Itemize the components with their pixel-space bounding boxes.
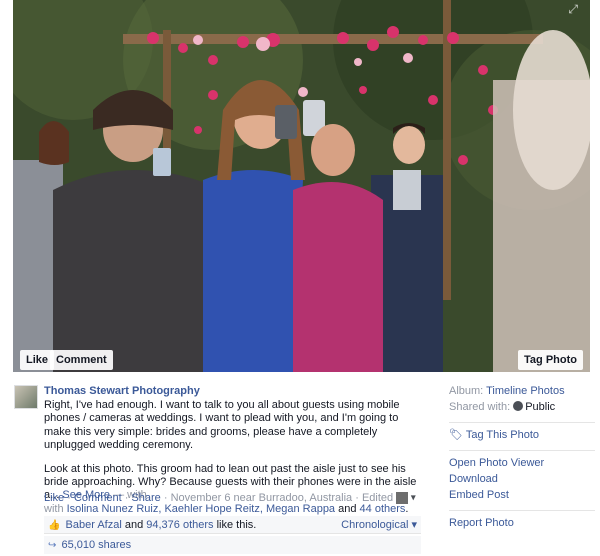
- photo-illustration: [13, 0, 590, 372]
- comment-action[interactable]: Comment: [74, 492, 122, 504]
- liker-name-link[interactable]: Baber Afzal: [66, 519, 122, 531]
- open-photo-viewer-link[interactable]: Open Photo Viewer: [449, 457, 595, 473]
- wedding-photo[interactable]: ⤢ Like Comment Tag Photo: [13, 0, 590, 372]
- post-date-location[interactable]: November 6 near Burradoo, Australia: [171, 492, 353, 504]
- post-paragraph-1: Right, I've had enough. I want to talk t…: [44, 399, 400, 451]
- audience-selector[interactable]: ▾: [396, 492, 416, 504]
- post-actions: Like · Comment · Share · November 6 near…: [44, 492, 394, 504]
- sidebar-divider: [449, 510, 595, 511]
- tag-photo-button[interactable]: Tag Photo: [518, 350, 583, 370]
- expand-icon[interactable]: ⤢: [568, 2, 578, 17]
- comment-sort-dropdown[interactable]: Chronological ▾: [341, 516, 417, 534]
- edited-label[interactable]: Edited: [362, 492, 393, 504]
- tagged-and: and: [338, 502, 357, 515]
- like-action[interactable]: Like: [44, 492, 64, 504]
- tagged-names-link[interactable]: Isolina Nunez Ruiz, Kaehler Hope Reitz, …: [67, 503, 335, 515]
- download-link[interactable]: Download: [449, 473, 595, 489]
- sidebar-divider: [449, 422, 595, 423]
- privacy-value[interactable]: Public: [525, 401, 555, 413]
- privacy-row: Shared with: Public: [449, 401, 556, 413]
- chevron-down-icon: ▾: [410, 492, 416, 504]
- tagged-others-link[interactable]: 44 others: [360, 503, 406, 515]
- share-icon: ↪: [48, 540, 57, 551]
- likers-others-link[interactable]: 94,376 others: [146, 519, 213, 531]
- photo-comment-button[interactable]: Comment: [50, 350, 113, 370]
- photo-sidebar: Album: Timeline Photos Shared with: Publ…: [449, 385, 595, 533]
- sidebar-divider: [449, 450, 595, 451]
- shares-count[interactable]: 65,010 shares: [61, 539, 131, 551]
- globe-icon: [513, 401, 524, 411]
- tag-icon: 🏷: [449, 429, 463, 441]
- album-row: Album: Timeline Photos: [449, 385, 565, 397]
- thumbs-up-icon: 👍: [48, 520, 61, 531]
- with-word: with: [44, 502, 64, 515]
- author-avatar[interactable]: [14, 385, 38, 409]
- report-photo-link[interactable]: Report Photo: [449, 517, 595, 533]
- shares-summary[interactable]: ↪ 65,010 shares: [44, 536, 421, 554]
- viewer-avatar-icon: [396, 492, 408, 504]
- photo-like-button[interactable]: Like: [20, 350, 55, 370]
- embed-post-link[interactable]: Embed Post: [449, 489, 595, 505]
- tag-this-photo-link[interactable]: 🏷 Tag This Photo: [449, 429, 595, 445]
- share-action[interactable]: Share: [131, 492, 160, 504]
- album-link[interactable]: Timeline Photos: [486, 385, 564, 397]
- author-name-link[interactable]: Thomas Stewart Photography: [44, 385, 422, 398]
- sort-chevron-icon: ▾: [411, 519, 417, 531]
- tagged-people: with Isolina Nunez Ruiz, Kaehler Hope Re…: [44, 502, 409, 515]
- likes-summary: 👍 Baber Afzal and 94,376 others like thi…: [44, 516, 421, 534]
